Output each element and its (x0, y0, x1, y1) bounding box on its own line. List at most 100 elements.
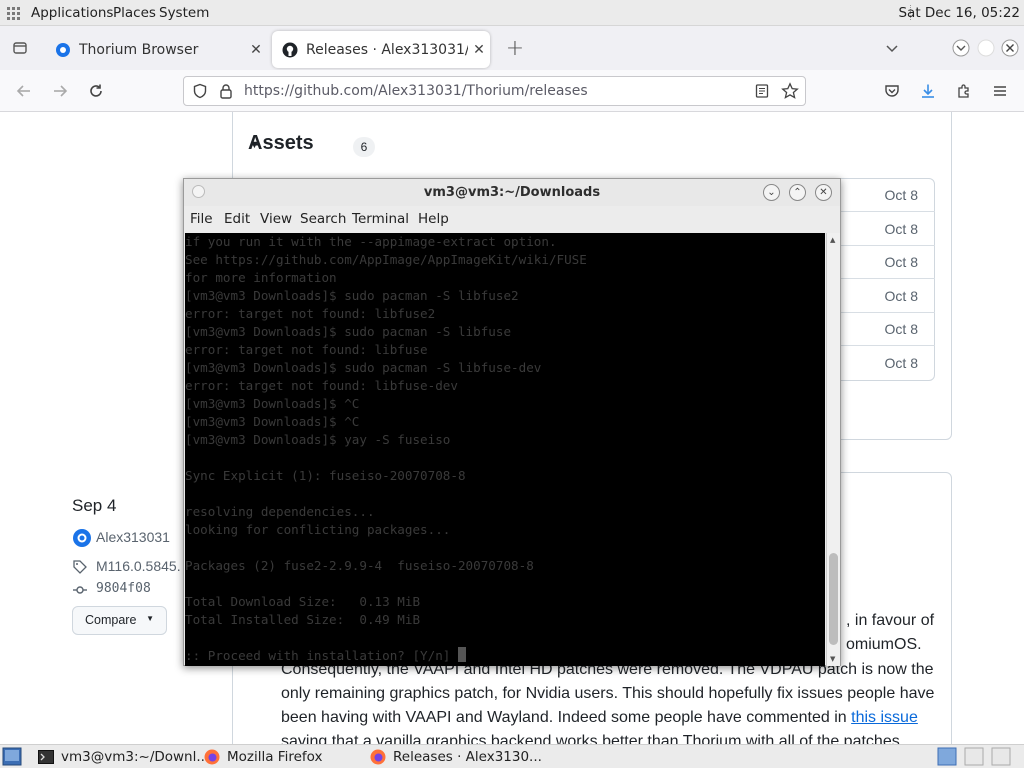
assets-heading[interactable]: Assets (248, 132, 314, 155)
terminal-scrollbar[interactable]: ▲ ▼ (826, 233, 840, 666)
terminal-line: See https://github.com/AppImage/AppImage… (185, 252, 587, 267)
maximize-icon[interactable]: ⌃ (789, 184, 806, 201)
asset-row: Oct 8 (840, 279, 935, 313)
paragraph-fragment: omiumOS. (846, 636, 922, 653)
commit-icon (73, 586, 87, 594)
downloads-icon[interactable] (916, 79, 940, 103)
menu-edit[interactable]: Edit (224, 211, 250, 227)
minimize-icon[interactable]: ⌄ (763, 184, 780, 201)
tab-strip: Thorium Browser ✕ Releases · Alex313031/… (0, 26, 1024, 70)
terminal-output[interactable]: if you run it with the --appimage-extrac… (185, 233, 825, 666)
workspace-3-icon[interactable] (991, 747, 1011, 766)
hamburger-menu-icon[interactable] (988, 79, 1012, 103)
terminal-line: error: target not found: libfuse (185, 342, 428, 357)
menu-file[interactable]: File (190, 211, 213, 227)
commit-link[interactable]: 9804f08 (96, 581, 151, 596)
taskbar-item-releases[interactable]: Releases · Alex3130... (370, 748, 542, 766)
paragraph-fragment: , in favour of (846, 612, 935, 629)
menu-terminal[interactable]: Terminal (352, 211, 409, 227)
lock-icon[interactable] (218, 83, 234, 99)
terminal-line: [vm3@vm3 Downloads]$ yay -S fuseiso (185, 432, 451, 447)
this-issue-link[interactable]: this issue (851, 709, 918, 726)
tag-link[interactable]: M116.0.5845. (96, 558, 180, 574)
tab-overview-icon[interactable] (8, 36, 32, 60)
apps-grid-icon[interactable] (7, 7, 21, 20)
close-tab-icon[interactable]: ✕ (245, 42, 267, 58)
close-icon[interactable]: ✕ (815, 184, 832, 201)
avatar[interactable] (72, 528, 92, 548)
terminal-title: vm3@vm3:~/Downloads (423, 185, 601, 200)
menu-search[interactable]: Search (300, 211, 346, 227)
clock[interactable]: Sat Dec 16, 05:22 (898, 5, 1020, 21)
firefox-icon (204, 749, 220, 765)
forward-arrow-icon[interactable] (48, 79, 72, 103)
terminal-line: resolving dependencies... (185, 504, 375, 519)
maximize-window-icon[interactable] (974, 36, 998, 60)
author-link[interactable]: Alex313031 (96, 529, 170, 545)
github-favicon-icon (282, 42, 298, 57)
asset-row: Oct 8 (840, 312, 935, 346)
terminal-titlebar[interactable]: vm3@vm3:~/Downloads ⌄ ⌃ ✕ (184, 179, 840, 206)
applications-menu[interactable]: Applications (31, 5, 113, 21)
terminal-line: [vm3@vm3 Downloads]$ sudo pacman -S libf… (185, 360, 542, 375)
shield-icon[interactable] (192, 83, 208, 99)
workspace-2-icon[interactable] (964, 747, 984, 766)
extensions-icon[interactable] (952, 79, 976, 103)
reload-icon[interactable] (84, 79, 108, 103)
minimize-window-icon[interactable] (949, 36, 973, 60)
scroll-down-icon: ▼ (830, 655, 836, 663)
tab-releases[interactable]: Releases · Alex313031/thorium ✕ (272, 31, 490, 68)
terminal-menubar: File Edit View Search Terminal Help (184, 206, 840, 232)
terminal-line: [vm3@vm3 Downloads]$ ^C (185, 396, 360, 411)
terminal-line: :: Proceed with installation? [Y/n] (185, 648, 458, 663)
system-menu[interactable]: System (159, 5, 209, 21)
pocket-icon[interactable] (880, 79, 904, 103)
terminal-line: [vm3@vm3 Downloads]$ ^C (185, 414, 360, 429)
new-tab-icon[interactable]: + (503, 36, 527, 61)
release-date: Sep 4 (72, 496, 117, 515)
compare-button[interactable]: Compare ▼ (72, 606, 167, 635)
terminal-line: looking for conflicting packages... (185, 522, 451, 537)
terminal-line: Total Installed Size: 0.49 MiB (185, 612, 421, 627)
tag-icon (73, 560, 87, 574)
bookmark-star-icon[interactable] (781, 82, 799, 100)
list-tabs-chevron-icon[interactable] (880, 36, 904, 60)
terminal-line: [vm3@vm3 Downloads]$ sudo pacman -S libf… (185, 324, 512, 339)
terminal-line: [vm3@vm3 Downloads]$ sudo pacman -S libf… (185, 288, 519, 303)
tab-title: Releases · Alex313031/thorium (306, 41, 468, 58)
asset-row: Oct 8 (840, 212, 935, 246)
terminal-window: vm3@vm3:~/Downloads ⌄ ⌃ ✕ File Edit View… (183, 178, 841, 666)
caret-down-icon: ▼ (146, 614, 154, 623)
url-text[interactable]: https://github.com/Alex313031/Thorium/re… (244, 83, 588, 99)
workspace-1-icon[interactable] (937, 747, 957, 766)
close-window-icon[interactable] (998, 36, 1022, 60)
show-desktop-icon[interactable] (2, 747, 22, 766)
thorium-favicon-icon (56, 42, 70, 57)
menu-help[interactable]: Help (418, 211, 449, 227)
release-notes-paragraph: Consequently, the VAAPI and Intel HD pat… (281, 661, 935, 744)
terminal-line: Total Download Size: 0.13 MiB (185, 594, 421, 609)
asset-row: Oct 8 (840, 178, 935, 212)
terminal-line: Packages (2) fuse2-2.9.9-4 fuseiso-20070… (185, 558, 534, 573)
taskbar-item-terminal[interactable]: vm3@vm3:~/Downl... (38, 748, 209, 766)
tab-thorium-browser[interactable]: Thorium Browser ✕ (45, 31, 267, 68)
terminal-line: Sync Explicit (1): fuseiso-20070708-8 (185, 468, 466, 483)
menu-view[interactable]: View (260, 211, 292, 227)
assets-count-badge: 6 (353, 137, 375, 157)
bottom-taskbar: vm3@vm3:~/Downl... Mozilla Firefox Relea… (0, 744, 1024, 768)
close-tab-icon[interactable]: ✕ (468, 42, 490, 58)
places-menu[interactable]: Places (113, 5, 156, 21)
taskbar-item-firefox[interactable]: Mozilla Firefox (204, 748, 323, 766)
back-arrow-icon[interactable] (12, 79, 36, 103)
terminal-line: for more information (185, 270, 337, 285)
firefox-icon (370, 749, 386, 765)
reader-view-icon[interactable] (754, 83, 770, 99)
top-panel: Applications Places System Sat Dec 16, 0… (0, 0, 1024, 26)
scrollbar-thumb[interactable] (829, 553, 838, 645)
url-bar[interactable]: https://github.com/Alex313031/Thorium/re… (183, 76, 806, 106)
